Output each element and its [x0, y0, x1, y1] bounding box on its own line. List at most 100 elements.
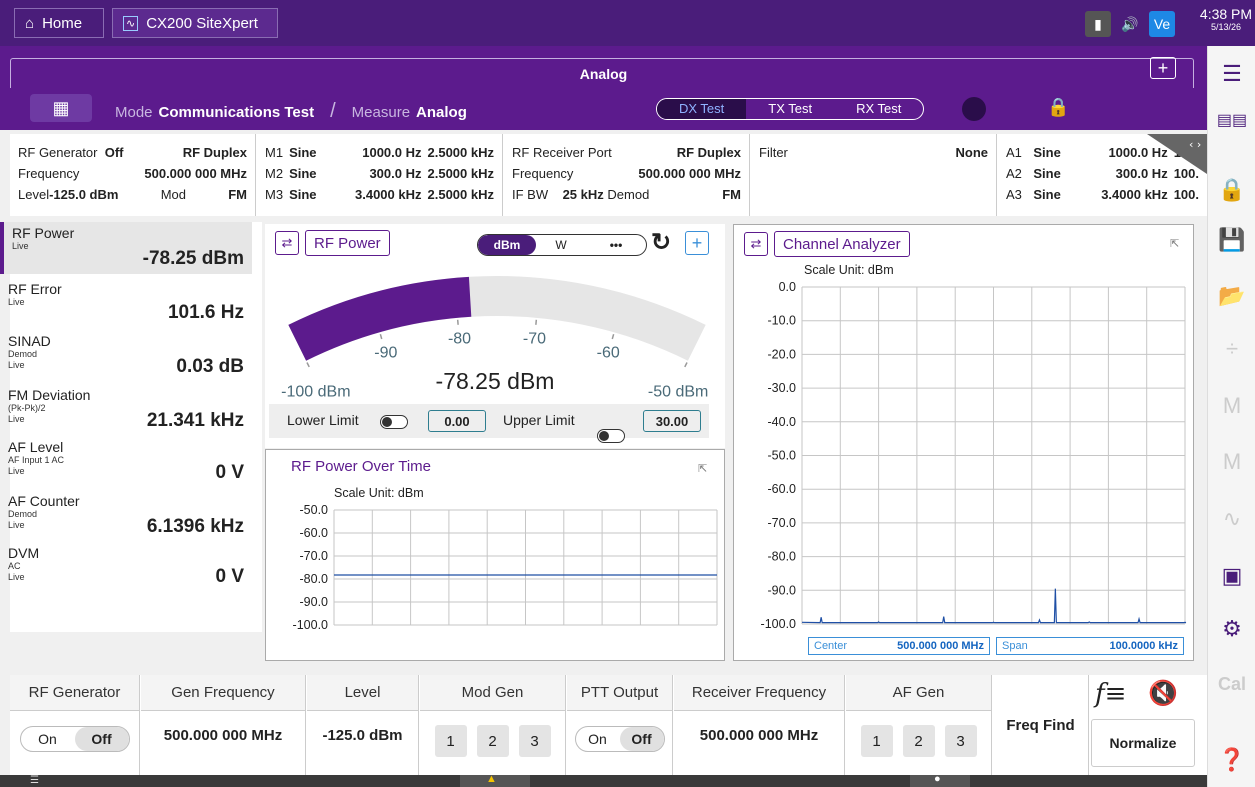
clock-time: 4:38 PM	[1199, 6, 1253, 22]
control-label: Receiver Frequency	[674, 675, 844, 711]
span-label: Span	[1002, 640, 1028, 652]
measurement-item-af-counter[interactable]: AF Counter Demod Live 6.1396 kHz	[0, 490, 252, 542]
center-value: 500.000 000 MHz	[897, 640, 984, 652]
receiver-frequency-control[interactable]: Receiver Frequency 500.000 000 MHz	[674, 675, 845, 775]
receiver-card[interactable]: RF Receiver Port RF Duplex Frequency 500.0…	[504, 134, 750, 216]
status-bar: ☰ ▲ ●	[0, 773, 1207, 787]
rf-generator-card[interactable]: RF Generator Off RF Duplex Frequency 500.0…	[10, 134, 256, 216]
rf-power-panel: ⇄ RF Power dBm W ••• ↻ + -100 dBm -90 -80-…	[265, 224, 725, 448]
add-tab-button[interactable]: +	[1150, 57, 1176, 79]
measurement-value: 0.03 dB	[176, 356, 244, 377]
right-toolbar: ☰ ▤▤ 🔒 💾 📂 ÷ M M ∿ ▣ ⚙ Cal ❓	[1207, 46, 1255, 787]
upper-limit-toggle[interactable]	[597, 429, 625, 443]
expand-icon[interactable]: ⇱	[698, 462, 707, 475]
unit-w[interactable]: W	[536, 235, 586, 255]
y-tick-label: -60.0	[300, 526, 329, 540]
tab-rx-test[interactable]: RX Test	[834, 99, 923, 119]
toggle-on[interactable]: On	[21, 727, 75, 751]
upper-limit-field[interactable]: 30.00	[643, 410, 701, 432]
app-grid-button[interactable]: ▦	[30, 94, 92, 122]
settings-icon[interactable]: ⚙	[1208, 611, 1255, 647]
record-indicator[interactable]	[962, 97, 986, 121]
mod-gen-3-button[interactable]: 3	[518, 725, 551, 757]
mode-breadcrumb[interactable]: Mode Communications Test / Measure Analo…	[115, 100, 467, 123]
measurement-name: RF Power	[12, 225, 75, 241]
center-field[interactable]: Center 500.000 000 MHz	[808, 637, 990, 655]
measure-label: Measure	[351, 104, 411, 121]
tab-tx-test[interactable]: TX Test	[746, 99, 834, 119]
swap-icon[interactable]: ⇄	[744, 232, 768, 256]
lower-limit-toggle[interactable]	[380, 415, 408, 429]
lower-limit-field[interactable]: 0.00	[428, 410, 486, 432]
marker-down-icon: M	[1222, 393, 1242, 418]
chart-title[interactable]: Channel Analyzer	[774, 231, 910, 257]
y-tick-label: -60.0	[768, 482, 797, 496]
mod-gen-2-button[interactable]: 2	[476, 725, 509, 757]
toggle-off[interactable]: Off	[74, 727, 129, 751]
screenshot-icon[interactable]: ▣	[1208, 558, 1255, 594]
y-tick-label: -50.0	[300, 503, 329, 517]
measurement-item-af-level[interactable]: AF Level AF Input 1 AC Live 0 V	[0, 436, 252, 488]
freq-find-button[interactable]: Freq Find	[993, 675, 1089, 775]
filter-card[interactable]: Filter None	[751, 134, 997, 216]
measurement-item-dvm[interactable]: DVM AC Live 0 V	[0, 542, 252, 594]
af-gen-1-button[interactable]: 1	[860, 725, 893, 757]
swap-icon[interactable]: ⇄	[275, 231, 299, 255]
layout-icon[interactable]: ▤▤	[1208, 102, 1255, 138]
tab-dx-test[interactable]: DX Test	[657, 99, 747, 119]
mod-freq: 3.4000 kHz	[355, 187, 422, 202]
location-pin-icon: ●	[934, 773, 941, 785]
gen-frequency-control[interactable]: Gen Frequency 500.000 000 MHz	[141, 675, 306, 775]
breadcrumb-divider: /	[330, 100, 336, 122]
help-icon[interactable]: ❓	[1208, 742, 1255, 778]
measurement-value: -78.25 dBm	[142, 248, 244, 269]
y-tick-label: -70.0	[768, 516, 797, 530]
rf-power-title[interactable]: RF Power	[305, 230, 390, 256]
span-field[interactable]: Span 100.0000 kHz	[996, 637, 1184, 655]
af-type: Sine	[1033, 145, 1061, 160]
lower-limit-label: Lower Limit	[287, 412, 359, 428]
mute-icon[interactable]: 🔇	[1148, 679, 1178, 708]
y-tick-label: -100.0	[761, 617, 796, 631]
scroll-arrows-icon[interactable]: ‹ ›	[1147, 134, 1207, 174]
gauge-tick	[684, 362, 688, 368]
rf-power-over-time-chart: -50.0 -60.0 -70.0 -80.0 -90.0 -100.0	[293, 503, 718, 632]
af-gen-3-button[interactable]: 3	[944, 725, 977, 757]
folder-open-icon[interactable]: 📂	[1208, 278, 1255, 314]
measurement-item-rf-error[interactable]: RF Error Live 101.6 Hz	[0, 278, 252, 330]
measurement-item-fm-deviation[interactable]: FM Deviation (Pk-Pk)/2 Live 21.341 kHz	[0, 384, 252, 436]
vnc-badge[interactable]: Ve	[1149, 11, 1175, 37]
rx-ifbw: 25 kHz	[562, 187, 604, 202]
toggle-on[interactable]: On	[576, 727, 620, 751]
mod-gen-1-button[interactable]: 1	[434, 725, 467, 757]
modulator-card[interactable]: M1 Sine 1000.0 Hz 2.5000 kHz M2 Sine 300.0 Hz…	[257, 134, 503, 216]
refresh-icon[interactable]: ↻	[651, 228, 671, 257]
ptt-output-control[interactable]: PTT Output On Off	[567, 675, 673, 775]
more-button[interactable]: •••	[586, 235, 646, 255]
notes-icon[interactable]: ☰	[30, 775, 39, 786]
function-list-icon[interactable]: f≡	[1095, 679, 1126, 709]
rf-generator-control[interactable]: RF Generator On Off	[10, 675, 140, 775]
lock-icon[interactable]: 🔒	[1208, 172, 1255, 208]
save-icon[interactable]: 💾	[1208, 222, 1255, 258]
unit-selector[interactable]: dBm W •••	[477, 234, 647, 256]
unit-dbm[interactable]: dBm	[478, 235, 536, 255]
rf-generator-toggle[interactable]: On Off	[19, 726, 130, 752]
measurement-item-sinad[interactable]: SINAD Demod Live 0.03 dB	[0, 330, 252, 382]
menu-icon[interactable]: ☰	[1208, 56, 1255, 92]
home-tab[interactable]: ⌂ Home	[14, 8, 104, 38]
measurement-item-rf-power[interactable]: RF Power Live -78.25 dBm	[0, 222, 252, 274]
add-button[interactable]: +	[685, 231, 709, 255]
level-control[interactable]: Level -125.0 dBm	[307, 675, 419, 775]
y-tick-label: -30.0	[768, 381, 797, 395]
toggle-off[interactable]: Off	[619, 727, 664, 751]
rx-ifbw-label: IF BW	[512, 187, 549, 202]
normalize-button[interactable]: Normalize	[1091, 719, 1195, 767]
expand-icon[interactable]: ⇱	[1170, 237, 1179, 250]
app-tab[interactable]: ∿ CX200 SiteXpert	[112, 8, 278, 38]
speaker-icon[interactable]: 🔊	[1117, 11, 1143, 37]
ptt-output-toggle[interactable]: On Off	[574, 726, 665, 752]
af-gen-2-button[interactable]: 2	[902, 725, 935, 757]
rfgen-level: -125.0 dBm	[49, 187, 119, 202]
test-selector[interactable]: DX Test TX Test RX Test	[656, 98, 925, 120]
